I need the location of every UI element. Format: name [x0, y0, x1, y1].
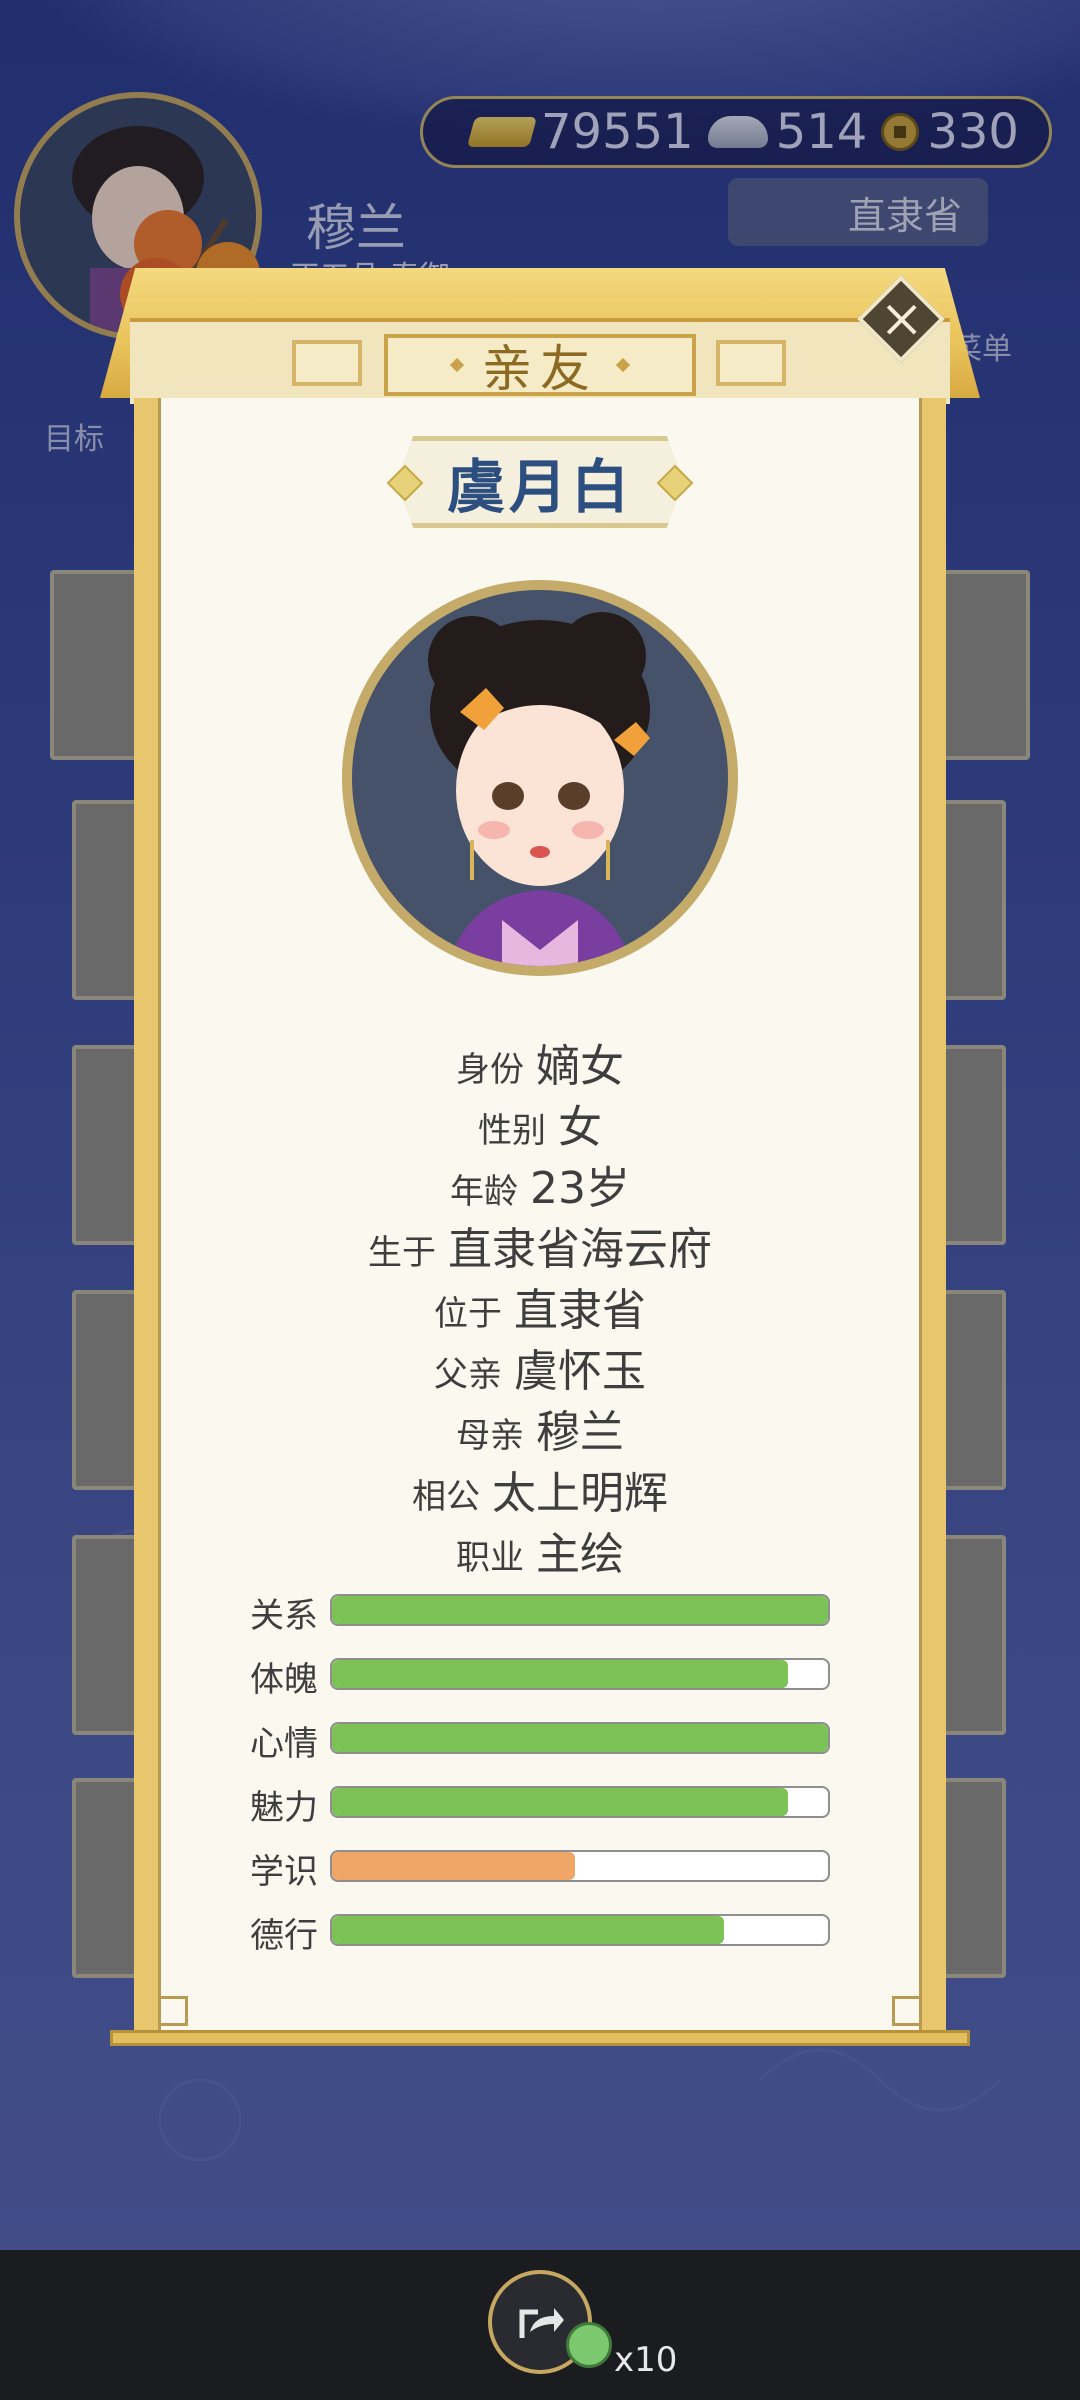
header-ornament: [292, 340, 362, 386]
stat-row-virtue: 德行: [250, 1914, 830, 1956]
stat-bar-fill: [332, 1596, 828, 1624]
info-value: 直隶省: [514, 1285, 646, 1336]
info-label: 性别: [478, 1111, 546, 1151]
stat-bar: [330, 1914, 830, 1946]
info-label: 相公: [412, 1477, 480, 1517]
corner-ornament: [158, 1996, 188, 2026]
stat-label: 德行: [250, 1916, 318, 1956]
stat-bar-fill: [332, 1852, 576, 1880]
info-row-identity: 身份 嫡女: [158, 1030, 922, 1094]
info-label: 生于: [368, 1233, 436, 1273]
info-row-gender: 性别女: [158, 1091, 922, 1155]
stat-label: 关系: [250, 1596, 318, 1636]
info-value: 23岁: [530, 1163, 630, 1214]
info-value: 嫡女: [536, 1041, 624, 1092]
info-row-birthplace: 生于 直隶省海云府: [158, 1213, 922, 1277]
info-row-father: 父亲 虞怀玉: [158, 1335, 922, 1399]
info-label: 母亲: [456, 1416, 524, 1456]
stat-row-charm: 魅力: [250, 1786, 830, 1828]
stat-bar-fill: [332, 1788, 789, 1816]
info-value: 主绘: [536, 1529, 624, 1580]
stat-label: 体魄: [250, 1660, 318, 1700]
info-row-age: 年龄 23岁: [158, 1152, 922, 1216]
lady-portrait-icon: [428, 612, 650, 966]
info-row-mother: 母亲 穆兰: [158, 1396, 922, 1460]
stat-bar-fill: [332, 1916, 724, 1944]
stat-row-mood: 心情: [250, 1722, 830, 1764]
header-ornament: [716, 340, 786, 386]
stat-bar: [330, 1594, 830, 1626]
info-label: 位于: [434, 1294, 502, 1334]
reward-count: x10: [614, 2340, 678, 2380]
share-arrow-icon: [519, 2308, 564, 2338]
stat-bar: [330, 1786, 830, 1818]
info-row-occupation: 职业 主绘: [158, 1518, 922, 1582]
stat-label: 心情: [250, 1724, 318, 1764]
info-label: 身份: [456, 1050, 524, 1090]
ornament-dot-icon: [615, 357, 631, 373]
info-value: 直隶省海云府: [448, 1224, 712, 1275]
stat-row-relationship: 关系: [250, 1594, 830, 1636]
stat-row-knowledge: 学识: [250, 1850, 830, 1892]
ornament-dot-icon: [449, 357, 465, 373]
stat-label: 魅力: [250, 1788, 318, 1828]
dialog-title: 亲友: [482, 340, 598, 398]
info-value: 穆兰: [536, 1407, 624, 1458]
scroll-bottom-rod: [110, 2030, 970, 2046]
dialog-title-plate: 亲友: [384, 334, 696, 398]
person-portrait: [342, 580, 738, 976]
stat-bar: [330, 1658, 830, 1690]
stat-bar-fill: [332, 1724, 828, 1752]
info-label: 父亲: [434, 1355, 502, 1395]
info-label: 年龄: [450, 1172, 518, 1212]
info-value: 女: [558, 1102, 602, 1153]
corner-ornament: [892, 1996, 922, 2026]
reward-token-icon: [566, 2322, 612, 2368]
info-row-husband: 相公 太上明辉: [158, 1457, 922, 1521]
stat-bar: [330, 1850, 830, 1882]
info-label: 职业: [456, 1538, 524, 1578]
info-value: 虞怀玉: [514, 1346, 646, 1397]
stat-row-physique: 体魄: [250, 1658, 830, 1700]
info-row-location: 位于 直隶省: [158, 1274, 922, 1338]
info-value: 太上明辉: [492, 1468, 668, 1519]
stat-label: 学识: [250, 1852, 318, 1892]
person-name: 虞月白: [396, 436, 684, 528]
stat-bar-fill: [332, 1660, 789, 1688]
stat-bar: [330, 1722, 830, 1754]
